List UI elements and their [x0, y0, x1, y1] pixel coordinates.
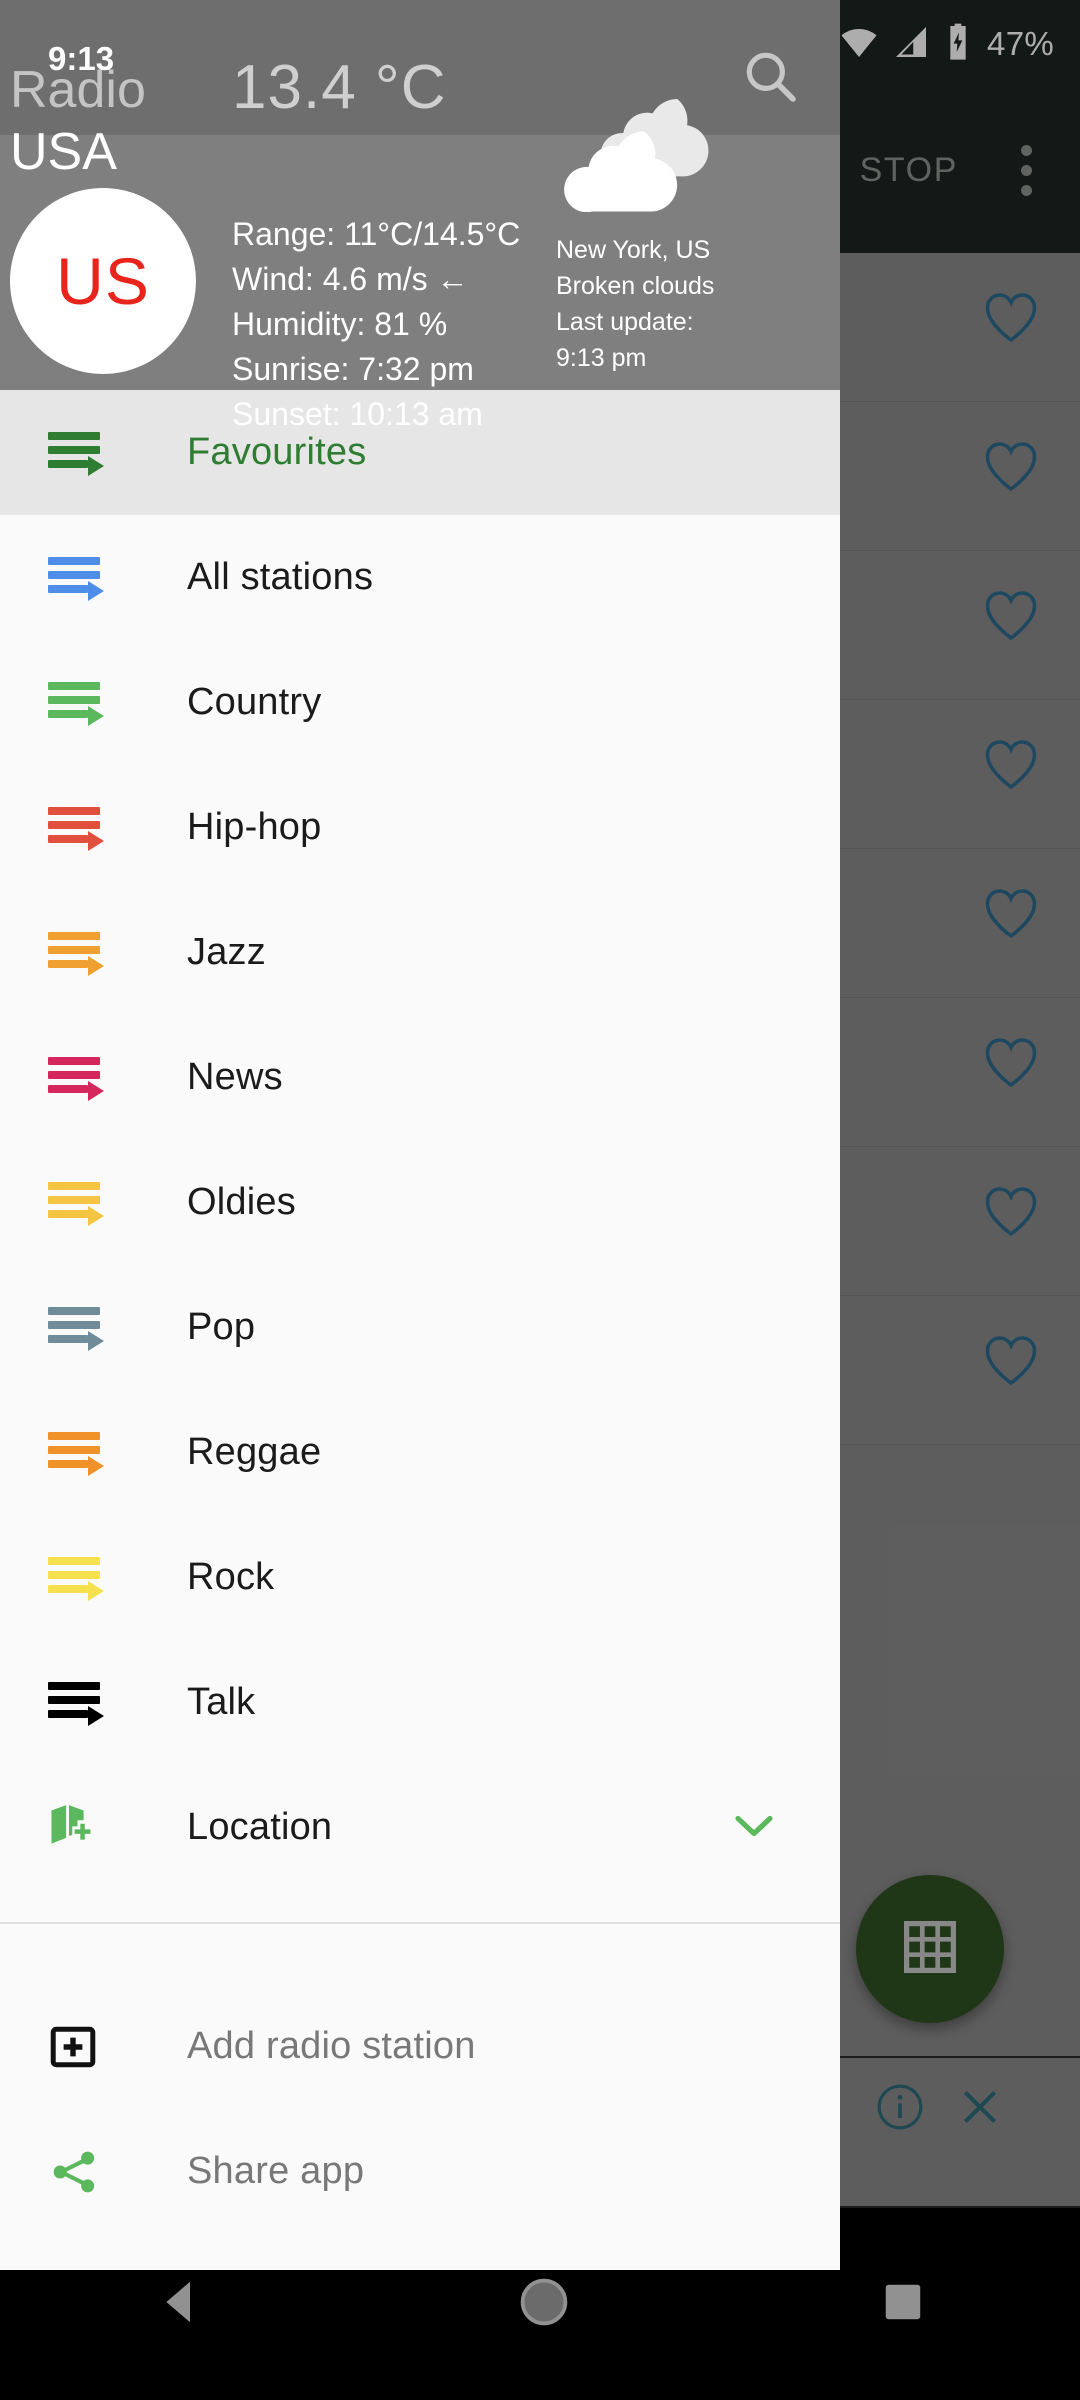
- menu-item-country[interactable]: Country: [0, 640, 840, 765]
- playlist-play-icon: [48, 556, 114, 601]
- menu-item-all-stations[interactable]: All stations: [0, 515, 840, 640]
- menu-item-add-radio-station[interactable]: Add radio station: [0, 1984, 840, 2109]
- flag-label: US: [56, 244, 150, 318]
- menu-item-label: Add radio station: [187, 2025, 476, 2067]
- menu-item-label: Share app: [187, 2150, 365, 2192]
- menu-item-location[interactable]: Location: [0, 1765, 840, 1890]
- weather-city: New York, US: [556, 236, 711, 264]
- weather-lastupdate-time: 9:13 pm: [556, 344, 647, 372]
- weather-details: Range: 11°C/14.5°C Wind: 4.6 m/s ← Humid…: [232, 212, 520, 437]
- country-flag-avatar: US: [10, 188, 196, 374]
- weather-range: Range: 11°C/14.5°C: [232, 216, 521, 252]
- menu-item-talk[interactable]: Talk: [0, 1640, 840, 1765]
- weather-wind: Wind: 4.6 m/s ←: [232, 261, 469, 297]
- temperature-label: 13.4 °C: [232, 53, 447, 122]
- weather-location-block: New York, US Broken clouds Last update: …: [556, 232, 714, 376]
- menu-item-label: All stations: [187, 556, 374, 598]
- weather-sunrise: Sunrise: 7:32 pm: [232, 351, 474, 387]
- drawer-header: 13.4 °C Radio USA 9:13 US Range: 11°C/14…: [0, 0, 840, 432]
- search-icon[interactable]: [740, 46, 802, 113]
- drawer-menu-secondary: Add radio station Share app: [0, 1924, 840, 2234]
- clock-label: 9:13: [48, 40, 115, 77]
- playlist-play-icon: [48, 1556, 114, 1601]
- menu-item-label: Pop: [187, 1306, 256, 1348]
- menu-item-oldies[interactable]: Oldies: [0, 1140, 840, 1265]
- playlist-play-icon: [48, 1431, 114, 1476]
- playlist-play-icon: [48, 1181, 114, 1226]
- menu-item-label: Hip-hop: [187, 806, 322, 848]
- menu-item-jazz[interactable]: Jazz: [0, 890, 840, 1015]
- playlist-play-icon: [48, 681, 114, 726]
- broken-clouds-icon: [560, 86, 732, 217]
- weather-condition: Broken clouds: [556, 272, 715, 300]
- menu-item-label: Talk: [187, 1681, 256, 1723]
- drawer-menu: Favourites All stations Country Hip-hop: [0, 390, 840, 2234]
- menu-item-label: Reggae: [187, 1431, 322, 1473]
- menu-item-label: Country: [187, 681, 322, 723]
- menu-item-hip-hop[interactable]: Hip-hop: [0, 765, 840, 890]
- menu-item-pop[interactable]: Pop: [0, 1265, 840, 1390]
- weather-sunset: Sunset: 10:13 am: [232, 396, 483, 432]
- playlist-play-icon: [48, 431, 114, 476]
- menu-item-label: News: [187, 1056, 283, 1098]
- weather-humidity: Humidity: 81 %: [232, 306, 448, 342]
- menu-item-rock[interactable]: Rock: [0, 1515, 840, 1640]
- app-title-line2: USA: [10, 123, 117, 181]
- playlist-play-icon: [48, 806, 114, 851]
- menu-item-label: Jazz: [187, 931, 266, 973]
- map-add-icon: [48, 1802, 114, 1854]
- menu-item-share-app[interactable]: Share app: [0, 2109, 840, 2234]
- weather-lastupdate-label: Last update:: [556, 308, 694, 336]
- menu-item-label: Oldies: [187, 1181, 296, 1223]
- menu-item-label: Rock: [187, 1556, 275, 1598]
- menu-item-label: Favourites: [187, 431, 367, 473]
- navigation-drawer: 13.4 °C Radio USA 9:13 US Range: 11°C/14…: [0, 0, 840, 2270]
- share-icon: [48, 2146, 114, 2198]
- menu-item-reggae[interactable]: Reggae: [0, 1390, 840, 1515]
- playlist-play-icon: [48, 931, 114, 976]
- playlist-play-icon: [48, 1681, 114, 1726]
- add-box-icon: [48, 2022, 114, 2072]
- chevron-down-icon[interactable]: [730, 1808, 778, 1847]
- playlist-play-icon: [48, 1056, 114, 1101]
- menu-item-label: Location: [187, 1806, 333, 1848]
- menu-item-news[interactable]: News: [0, 1015, 840, 1140]
- playlist-play-icon: [48, 1306, 114, 1351]
